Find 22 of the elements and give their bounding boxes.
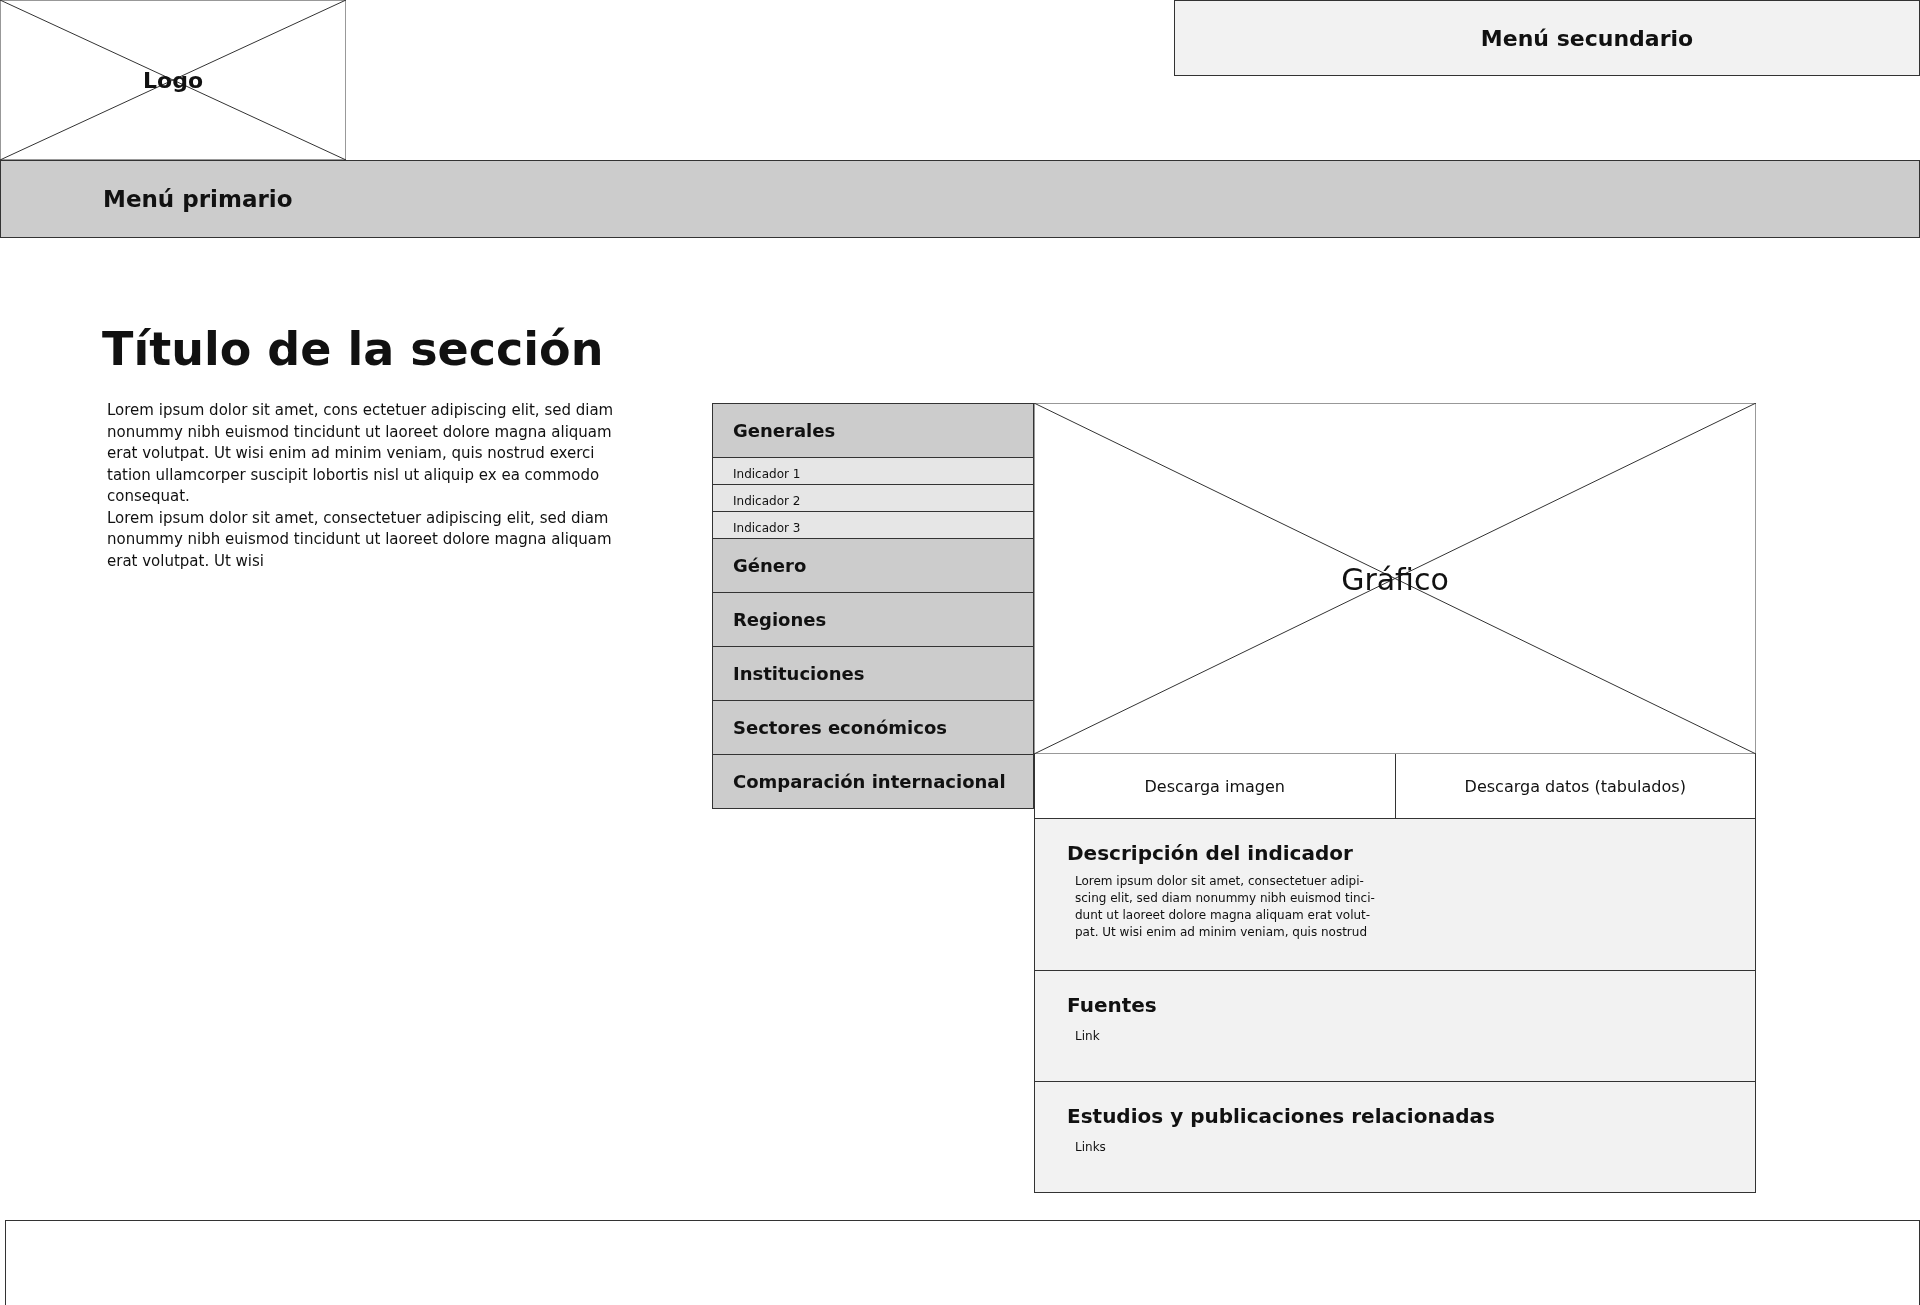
- sidebar-item[interactable]: Sectores económicos: [713, 701, 1033, 755]
- panel-link[interactable]: Link: [1075, 1029, 1100, 1043]
- download-button[interactable]: Descarga imagen: [1034, 754, 1396, 819]
- sidebar-item[interactable]: Instituciones: [713, 647, 1033, 701]
- sidebar-subitem[interactable]: Indicador 1: [713, 458, 1033, 485]
- secondary-menu[interactable]: Menú secundario: [1174, 0, 1920, 76]
- sidebar-item[interactable]: Generales: [713, 404, 1033, 458]
- panel-link[interactable]: Links: [1075, 1140, 1106, 1154]
- primary-menu[interactable]: Menú primario: [0, 160, 1920, 238]
- sidebar-item[interactable]: Regiones: [713, 593, 1033, 647]
- sidebar-item[interactable]: Comparación internacional: [713, 755, 1033, 809]
- download-button[interactable]: Descarga datos (tabulados): [1395, 754, 1756, 819]
- sidebar-subitem[interactable]: Indicador 2: [713, 485, 1033, 512]
- sidebar-subitem[interactable]: Indicador 3: [713, 512, 1033, 539]
- section-title: Título de la sección: [102, 321, 605, 378]
- panel-title: Estudios y publicaciones relacionadas: [1067, 1104, 1496, 1128]
- panel-title: Descripción del indicador: [1067, 841, 1354, 865]
- panel-text: Lorem ipsum dolor sit amet, consectetuer adipi- scing elit, sed diam nonummy nibh euismod tinci- dunt ut laoreet dolore magna aliquam erat volut- pat. Ut wisi enim ad minim veniam, quis nostrud: [1075, 873, 1376, 941]
- panel-title: Fuentes: [1067, 993, 1158, 1017]
- intro-paragraph: Lorem ipsum dolor sit amet, cons ectetuer adipiscing elit, sed diam nonummy nibh euismod tincidunt ut laoreet dolore magna aliquam erat volutpat. Ut wisi enim ad minim veniam, quis nostrud exerci tation ullamcorper suscipit lobortis nisl ut aliquip ex ea commodo consequat.: [106, 400, 615, 507]
- sidebar-item[interactable]: Género: [713, 539, 1033, 593]
- intro-paragraph: Lorem ipsum dolor sit amet, consectetuer adipiscing elit, sed diam nonummy nibh euismod tincidunt ut laoreet dolore magna aliquam erat volutpat. Ut wisi: [106, 507, 613, 572]
